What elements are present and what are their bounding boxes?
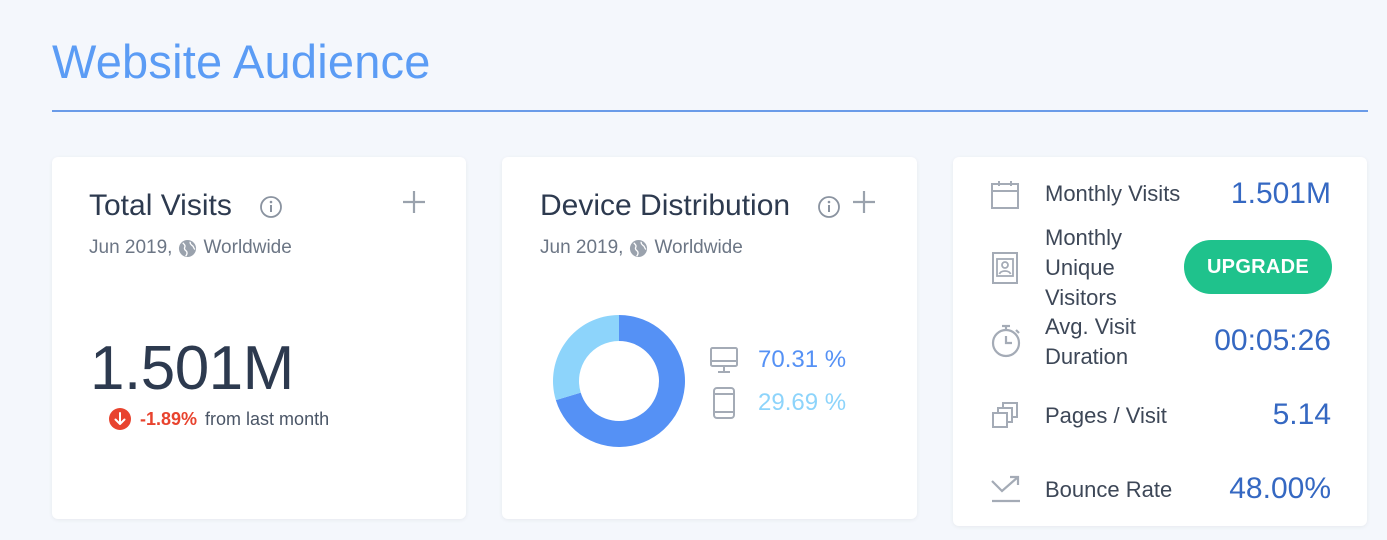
label-line: Monthly: [1045, 225, 1123, 250]
monthly-visits-value: 1.501M: [1230, 177, 1331, 210]
total-visits-value: 1.501M: [90, 334, 294, 403]
total-visits-subtitle: Jun 2019, Worldwide: [89, 237, 292, 259]
avg-duration-label: Avg. Visit Duration: [1045, 312, 1136, 372]
pages-per-visit-label: Pages / Visit: [1045, 403, 1167, 428]
plus-icon[interactable]: [851, 189, 877, 215]
date-label: Jun 2019,: [89, 237, 173, 258]
total-visits-title: Total Visits: [89, 189, 232, 222]
globe-icon: [179, 239, 197, 257]
info-icon[interactable]: [259, 195, 283, 219]
avg-duration-value: 00:05:26: [1214, 324, 1331, 357]
metrics-card: Monthly Visits 1.501M Monthly Unique Vis…: [953, 157, 1367, 526]
stopwatch-icon: [991, 324, 1021, 358]
bounce-rate-value: 48.00%: [1229, 472, 1331, 505]
title-divider: [52, 110, 1368, 112]
id-badge-icon: [992, 252, 1018, 284]
total-visits-card: Total Visits Jun 2019, Worldwide 1.501M …: [52, 157, 466, 519]
arrow-down-circle-icon: [109, 408, 131, 430]
bounce-rate-label: Bounce Rate: [1045, 477, 1173, 502]
device-donut-chart: [553, 315, 685, 447]
pages-per-visit-value: 5.14: [1272, 398, 1331, 431]
label-line: Unique: [1045, 255, 1115, 280]
region-label: Worldwide: [654, 237, 743, 258]
desktop-percentage: 70.31 %: [758, 346, 847, 373]
label-line: Avg. Visit: [1045, 314, 1136, 339]
donut-slice-mobile: [553, 315, 619, 401]
device-distribution-title: Device Distribution: [540, 189, 791, 222]
region-label: Worldwide: [203, 237, 292, 258]
page-title: Website Audience: [52, 35, 431, 88]
upgrade-button[interactable]: UPGRADE: [1184, 240, 1332, 294]
desktop-icon: [710, 347, 738, 373]
legend-desktop: 70.31 %: [708, 344, 846, 376]
plus-icon[interactable]: [401, 189, 427, 215]
info-icon[interactable]: [817, 195, 841, 219]
globe-icon: [630, 239, 648, 257]
date-label: Jun 2019,: [540, 237, 624, 258]
mobile-percentage: 29.69 %: [758, 389, 847, 416]
mobile-icon: [713, 387, 735, 419]
change-text: from last month: [205, 408, 330, 429]
pages-icon: [992, 402, 1018, 428]
calendar-icon: [991, 181, 1019, 209]
device-distribution-subtitle: Jun 2019, Worldwide: [540, 237, 743, 259]
change-row: -1.89% from last month: [108, 407, 329, 431]
label-line: Visitors: [1045, 285, 1117, 310]
unique-visitors-label: Monthly Unique Visitors: [1045, 223, 1122, 313]
bounce-icon: [991, 475, 1020, 503]
monthly-visits-label: Monthly Visits: [1045, 181, 1181, 206]
device-distribution-card: Device Distribution Jun 2019, Worldwide …: [502, 157, 917, 519]
legend-mobile: 29.69 %: [708, 386, 846, 420]
label-line: Duration: [1045, 344, 1129, 369]
change-value: -1.89%: [140, 408, 198, 429]
